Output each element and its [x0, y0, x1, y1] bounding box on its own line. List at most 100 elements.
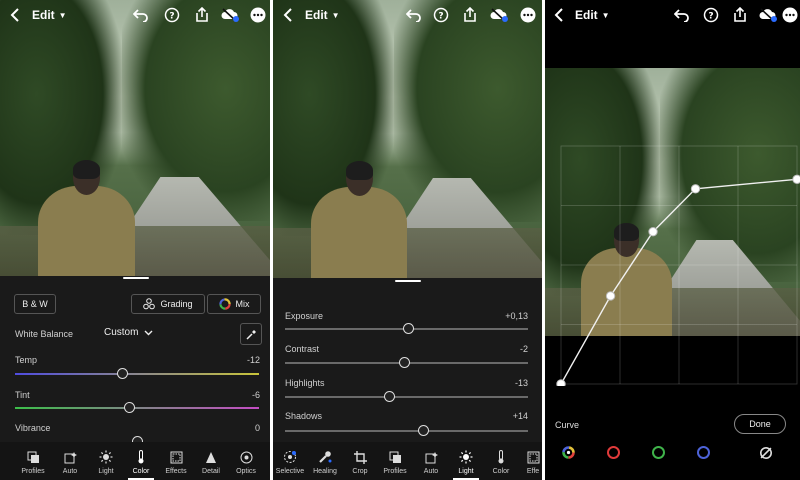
curve-label: Curve [555, 420, 580, 430]
undo-icon[interactable] [130, 4, 152, 26]
edit-dropdown[interactable]: Edit ▼ [305, 4, 340, 26]
highlights-slider-knob[interactable] [383, 391, 395, 402]
grading-button[interactable]: Grading [131, 294, 205, 314]
help-icon[interactable]: ? [161, 4, 183, 26]
channel-green-icon[interactable] [652, 446, 665, 459]
edit-dropdown[interactable]: Edit ▼ [575, 4, 610, 26]
temp-slider-knob[interactable] [116, 368, 128, 379]
contrast-label: Contrast [285, 344, 320, 354]
shadows-slider-track[interactable] [285, 430, 528, 432]
auto-icon [425, 451, 438, 463]
chevron-down-icon [144, 330, 153, 335]
done-label: Done [749, 419, 771, 429]
panel-drag-handle[interactable] [123, 277, 149, 279]
cloud-sync-icon[interactable] [488, 4, 510, 26]
share-icon[interactable] [729, 4, 751, 26]
highlights-slider-track[interactable] [285, 396, 528, 398]
cloud-sync-icon[interactable] [757, 4, 779, 26]
photo-preview[interactable] [273, 0, 542, 278]
tool-label: Color [132, 468, 150, 475]
curve-control-point[interactable] [792, 174, 800, 185]
more-options-icon[interactable] [781, 4, 799, 26]
done-button[interactable]: Done [734, 414, 786, 434]
tool-profiles[interactable]: Profiles [16, 450, 50, 475]
curve-control-point[interactable] [648, 226, 658, 237]
tool-label: Profiles [21, 468, 45, 475]
more-options-icon[interactable] [518, 4, 538, 26]
panel-drag-handle[interactable] [395, 280, 421, 282]
person-in-photo [37, 160, 135, 276]
temp-label: Temp [15, 355, 38, 365]
temp-slider-track[interactable] [15, 373, 259, 375]
share-icon[interactable] [191, 4, 213, 26]
cloud-sync-icon[interactable] [219, 4, 241, 26]
help-icon[interactable]: ? [700, 4, 722, 26]
bottom-tool-bar: p Profiles Auto Light Color Effects Deta… [0, 442, 270, 480]
share-icon[interactable] [459, 4, 481, 26]
exposure-value: +0,13 [505, 311, 528, 321]
tool-previous-partial[interactable]: p [0, 450, 6, 475]
mix-button[interactable]: Mix [207, 294, 261, 314]
tool-detail[interactable]: Detail [194, 450, 228, 475]
tint-slider-track[interactable] [15, 407, 259, 409]
tool-auto[interactable]: Auto [53, 450, 87, 475]
more-options-icon[interactable] [248, 4, 268, 26]
curve-control-point[interactable] [605, 291, 616, 301]
tool-light[interactable]: Light [89, 450, 123, 475]
thermometer-icon [498, 450, 504, 464]
eyedropper-icon [245, 329, 256, 340]
exposure-slider-knob[interactable] [403, 323, 415, 334]
tool-profiles[interactable]: Profiles [378, 450, 412, 475]
tool-effects-partial[interactable]: Effe [516, 450, 542, 475]
tool-healing[interactable]: Healing [308, 450, 342, 475]
profiles-icon [389, 451, 401, 463]
edit-title: Edit [305, 8, 328, 22]
thermometer-icon [138, 450, 144, 464]
channel-red-icon[interactable] [607, 446, 620, 459]
tool-light[interactable]: Light [449, 450, 483, 480]
vibrance-value: 0 [254, 423, 260, 433]
tool-label: Color [492, 468, 510, 475]
tool-label: Healing [313, 468, 337, 475]
photo-preview[interactable] [0, 0, 270, 276]
tool-selective[interactable]: Selective [273, 450, 307, 475]
tool-color[interactable]: Color [124, 450, 158, 480]
edit-dropdown[interactable]: Edit ▼ [32, 4, 67, 26]
bw-button[interactable]: B & W [14, 294, 56, 314]
tool-color[interactable]: Color [484, 450, 518, 475]
highlights-label: Highlights [285, 378, 325, 388]
top-toolbar: Edit ▼ ? [545, 0, 800, 30]
tone-curve-editor[interactable] [545, 68, 800, 386]
tint-label: Tint [15, 390, 30, 400]
channel-rgb-icon[interactable] [562, 446, 575, 459]
tool-auto[interactable]: Auto [414, 450, 448, 475]
back-icon[interactable] [279, 4, 297, 26]
auto-icon [64, 451, 77, 463]
undo-icon[interactable] [671, 4, 693, 26]
back-icon[interactable] [6, 4, 24, 26]
tool-crop[interactable]: Crop [343, 450, 377, 475]
back-icon[interactable] [550, 4, 568, 26]
curve-control-point[interactable] [690, 184, 701, 194]
curve-control-point[interactable] [556, 379, 566, 386]
light-panel-screen: Edit ▼ ? Exposure +0,13 Contrast -2 High… [273, 0, 542, 480]
selective-icon [284, 451, 296, 463]
top-toolbar: Edit ▼ ? [273, 0, 542, 30]
tool-label: Detail [202, 468, 220, 475]
contrast-slider-knob[interactable] [398, 357, 410, 368]
white-balance-dropdown[interactable]: Custom [104, 327, 153, 338]
eyedropper-button[interactable] [240, 323, 262, 345]
tool-label: Crop [352, 468, 368, 475]
tool-effects[interactable]: Effects [159, 450, 193, 475]
tool-geometry-partial[interactable]: G [258, 450, 270, 475]
grading-label: Grading [160, 299, 193, 309]
healing-brush-icon [319, 451, 332, 463]
channel-blue-icon[interactable] [697, 446, 710, 459]
help-icon[interactable]: ? [430, 4, 452, 26]
svg-text:?: ? [708, 12, 713, 22]
reset-curve-icon[interactable] [759, 446, 773, 460]
undo-icon[interactable] [403, 4, 425, 26]
shadows-slider-knob[interactable] [418, 425, 429, 436]
tint-slider-knob[interactable] [124, 402, 136, 413]
effects-icon [527, 451, 539, 463]
